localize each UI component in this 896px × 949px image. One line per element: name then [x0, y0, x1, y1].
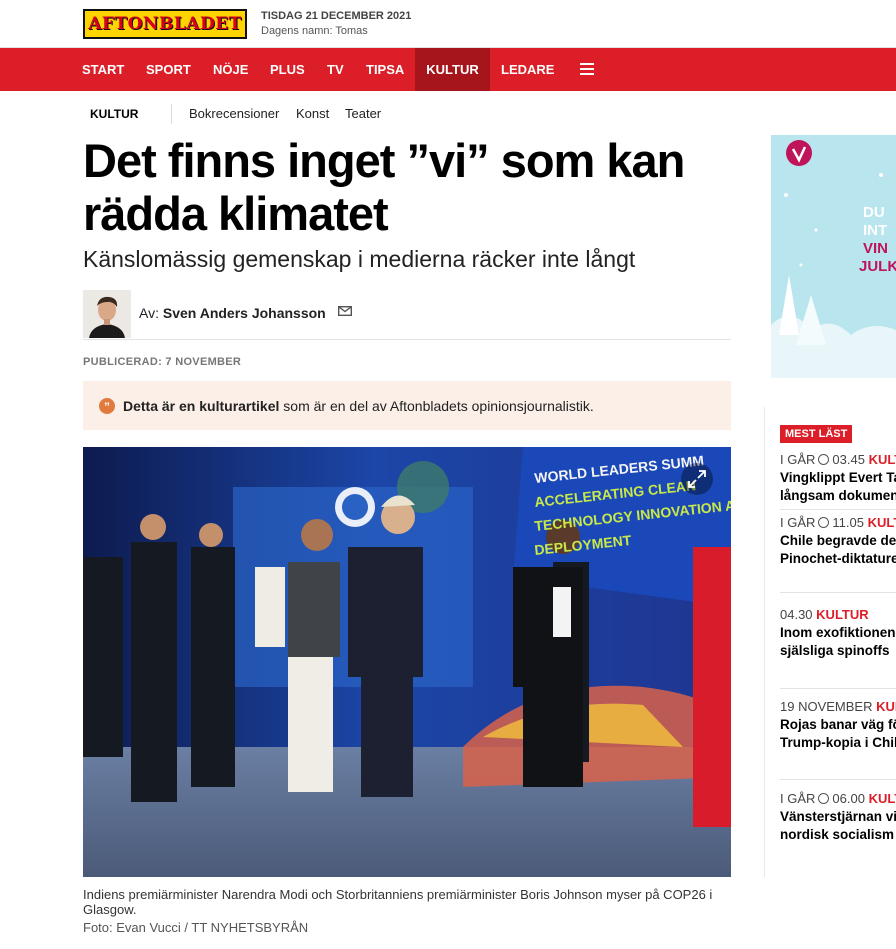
most-read-item[interactable]: 19 NOVEMBER KULTUR Rojas banar väg för T…	[780, 698, 896, 752]
subnav-link-teater[interactable]: Teater	[345, 106, 381, 121]
author-name[interactable]: Sven Anders Johansson	[163, 305, 326, 321]
item-time: I GÅR	[780, 515, 816, 530]
photo-caption: Indiens premiärminister Narendra Modi oc…	[83, 887, 713, 917]
item-title: Pinochet-diktaturen	[780, 551, 896, 566]
clock-icon	[818, 517, 830, 528]
item-clock: 03.45	[832, 452, 865, 467]
item-time: I GÅR	[780, 452, 816, 467]
section-label[interactable]: KULTUR	[90, 107, 138, 121]
most-read-divider	[780, 509, 896, 510]
nav-item-tipsa[interactable]: TIPSA	[366, 48, 404, 91]
top-bar: AFTONBLADET TISDAG 21 DECEMBER 2021 Dage…	[0, 0, 896, 48]
clock-icon	[818, 793, 830, 804]
item-time: 04.30	[780, 607, 813, 622]
nav-item-ledare[interactable]: LEDARE	[501, 48, 554, 91]
byline: Av: Sven Anders Johansson	[139, 305, 326, 321]
item-section: KULTUR	[868, 791, 896, 806]
subnav-link-konst[interactable]: Konst	[296, 106, 329, 121]
author-avatar[interactable]	[83, 290, 131, 338]
item-time: 19 NOVEMBER	[780, 699, 873, 714]
item-section: KULTUR	[816, 607, 869, 622]
item-title: Inom exofiktionen	[780, 625, 896, 640]
item-title: Vänsterstjärnan vill	[780, 809, 896, 824]
ad-line-1: DU	[863, 204, 885, 221]
ad-line-4: JULK	[859, 258, 896, 275]
mail-icon[interactable]	[338, 306, 352, 316]
expand-icon[interactable]	[681, 463, 713, 495]
item-title: Chile begravde demokratin	[780, 533, 896, 548]
subnav-divider	[171, 104, 172, 124]
article-title: Det finns inget ”vi” som kan rädda klima…	[83, 134, 685, 240]
item-section: KULTUR	[876, 699, 896, 714]
name-day: Dagens namn: Tomas	[261, 25, 368, 37]
nav-item-start[interactable]: START	[82, 48, 124, 91]
ad-line-2: INT	[863, 222, 887, 239]
item-time: I GÅR	[780, 791, 816, 806]
most-read-divider	[780, 592, 896, 593]
item-title: nordisk socialism	[780, 827, 895, 842]
nav-item-noje[interactable]: NÖJE	[213, 48, 248, 91]
opinion-notice: ” Detta är en kulturartikel som är en de…	[83, 381, 731, 430]
byline-prefix: Av:	[139, 305, 159, 321]
item-title: själsliga spinoffs	[780, 643, 890, 658]
photo-credit: Foto: Evan Vucci / TT NYHETSBYRÅN	[83, 920, 309, 935]
item-title: långsam dokumentär	[780, 488, 896, 503]
most-read-item[interactable]: I GÅR 03.45 KULTUR Vingklippt Evert Taube…	[780, 451, 896, 505]
most-read-divider	[780, 779, 896, 780]
quote-icon: ”	[99, 398, 115, 414]
nav-item-plus[interactable]: PLUS	[270, 48, 305, 91]
nav-item-tv[interactable]: TV	[327, 48, 344, 91]
item-section: KULTUR	[868, 452, 896, 467]
item-clock: 06.00	[832, 791, 865, 806]
article-subtitle: Känslomässig gemenskap i medierna räcker…	[83, 246, 636, 272]
most-read-item[interactable]: I GÅR 11.05 KULTUR Chile begravde demokra…	[780, 514, 896, 568]
notice-rest: som är en del av Aftonbladets opinionsjo…	[279, 398, 594, 414]
item-title: Vingklippt Evert Taube	[780, 470, 896, 485]
advertisement[interactable]: DU INT VIN JULK	[771, 135, 896, 378]
nav-item-sport[interactable]: SPORT	[146, 48, 191, 91]
most-read-item[interactable]: I GÅR 06.00 KULTUR Vänsterstjärnan vill n…	[780, 790, 896, 844]
most-read-badge: MEST LÄST	[780, 425, 853, 443]
aftonbladet-logo[interactable]: AFTONBLADET	[83, 9, 247, 39]
main-nav: START SPORT NÖJE PLUS TV TIPSA KULTUR LE…	[0, 48, 896, 91]
published-date: PUBLICERAD: 7 NOVEMBER	[83, 356, 242, 368]
ad-line-3: VIN	[863, 240, 888, 257]
article-photo[interactable]: WORLD LEADERS SUMM ACCELERATING CLEAN TE…	[83, 447, 731, 877]
subnav-link-bokrecensioner[interactable]: Bokrecensioner	[189, 106, 279, 121]
byline-divider	[83, 339, 731, 340]
current-date: TISDAG 21 DECEMBER 2021	[261, 10, 412, 22]
nav-item-kultur[interactable]: KULTUR	[415, 48, 490, 91]
item-title: Trump-kopia i Chile	[780, 735, 896, 750]
item-title: Rojas banar väg för	[780, 717, 896, 732]
most-read-item[interactable]: 04.30 KULTUR Inom exofiktionen själsliga…	[780, 606, 896, 660]
notice-bold: Detta är en kulturartikel	[123, 398, 280, 414]
clock-icon	[818, 454, 830, 465]
hamburger-icon[interactable]	[580, 63, 594, 75]
most-read-divider	[780, 688, 896, 689]
item-clock: 11.05	[832, 515, 864, 530]
notice-text: Detta är en kulturartikel som är en del …	[123, 398, 594, 414]
item-section: KULTUR	[867, 515, 896, 530]
